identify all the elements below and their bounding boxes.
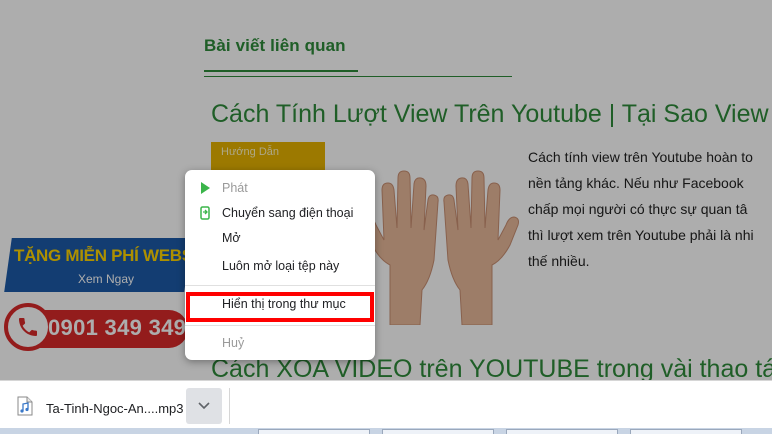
play-icon — [201, 182, 210, 194]
chevron-down-icon — [198, 402, 210, 410]
menu-item-label: Luôn mở loại tệp này — [222, 259, 340, 273]
menu-item-label: Chuyển sang điện thoại — [222, 206, 354, 220]
menu-item-label: Phát — [222, 181, 248, 195]
menu-separator — [185, 325, 375, 326]
menu-item-label: Mở — [222, 231, 241, 245]
menu-item-label: Huỷ — [222, 336, 245, 350]
taskbar-window-tab[interactable] — [506, 429, 618, 434]
download-item-filename[interactable]: Ta-Tinh-Ngoc-An....mp3 — [46, 401, 184, 416]
show-in-folder-highlight — [186, 292, 374, 322]
dim-overlay — [0, 0, 772, 380]
taskbar-window-tab[interactable] — [382, 429, 494, 434]
audio-file-icon — [17, 396, 33, 416]
menu-item-send-to-phone[interactable]: Chuyển sang điện thoại — [185, 202, 375, 224]
download-item-menu-button[interactable] — [186, 388, 222, 424]
menu-item-open[interactable]: Mở — [185, 227, 375, 249]
taskbar-window-tab[interactable] — [258, 429, 370, 434]
taskbar-window-tab[interactable] — [630, 429, 742, 434]
menu-item-play[interactable]: Phát — [185, 177, 375, 199]
send-to-phone-icon — [200, 206, 210, 220]
download-context-menu: Phát Chuyển sang điện thoại Mở Luôn mở l… — [185, 170, 375, 360]
menu-separator — [185, 285, 375, 286]
menu-item-cancel[interactable]: Huỷ — [185, 332, 375, 354]
download-bar-divider — [229, 388, 230, 424]
menu-item-always-open[interactable]: Luôn mở loại tệp này — [185, 255, 375, 277]
